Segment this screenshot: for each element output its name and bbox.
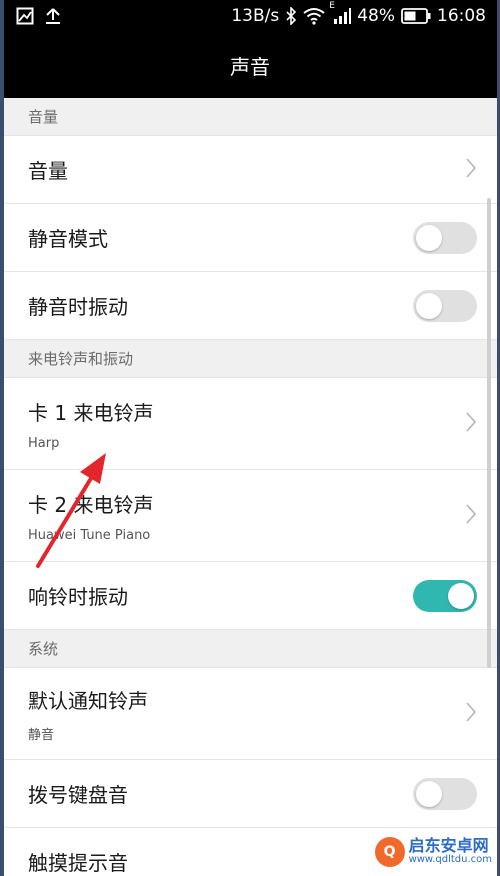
image-notification-icon xyxy=(16,7,34,25)
watermark: Q 启东安卓网 www.qdltdu.com xyxy=(374,832,492,872)
card1-ringtone-row[interactable]: 卡 1 来电铃声 Harp xyxy=(4,378,497,470)
ring-vibrate-label: 响铃时振动 xyxy=(28,585,128,609)
section-header-ringtone: 来电铃声和振动 xyxy=(4,340,497,378)
battery-percent: 48% xyxy=(357,6,395,26)
section-header-label: 来电铃声和振动 xyxy=(28,350,134,368)
ring-vibrate-row[interactable]: 响铃时振动 xyxy=(4,562,497,630)
volume-label: 音量 xyxy=(28,159,68,183)
chevron-right-icon xyxy=(465,157,477,183)
settings-list[interactable]: 音量 音量 静音模式 静音时振动 来电铃声和振动 卡 1 来电铃声 Harp 卡 xyxy=(4,98,497,876)
card2-ringtone-row[interactable]: 卡 2 来电铃声 Huawei Tune Piano xyxy=(4,470,497,562)
notification-sound-value: 静音 xyxy=(28,727,55,743)
dialpad-tone-toggle[interactable] xyxy=(413,777,477,810)
section-header-label: 系统 xyxy=(28,640,59,658)
status-bar: 13B/s E 48% 16:08 xyxy=(0,0,500,32)
card2-ringtone-value: Huawei Tune Piano xyxy=(28,527,151,543)
card2-ringtone-label: 卡 2 来电铃声 xyxy=(28,492,154,517)
notification-sound-label: 默认通知铃声 xyxy=(28,688,148,713)
silent-mode-toggle[interactable] xyxy=(413,221,477,254)
upload-icon xyxy=(44,7,62,25)
card1-ringtone-label: 卡 1 来电铃声 xyxy=(28,400,154,425)
dialpad-tone-row[interactable]: 拨号键盘音 xyxy=(4,760,497,828)
silent-vibrate-label: 静音时振动 xyxy=(28,295,128,319)
silent-mode-row[interactable]: 静音模式 xyxy=(4,204,497,272)
toggle-knob xyxy=(416,780,442,807)
silent-mode-label: 静音模式 xyxy=(28,227,108,251)
cellular-signal-icon: E xyxy=(329,1,352,25)
network-type-label: E xyxy=(329,1,335,11)
chevron-right-icon xyxy=(465,701,477,727)
notification-sound-row[interactable]: 默认通知铃声 静音 xyxy=(4,668,497,760)
battery-icon xyxy=(401,8,431,24)
clock: 16:08 xyxy=(437,6,486,26)
touch-tone-label: 触摸提示音 xyxy=(28,851,128,875)
silent-vibrate-row[interactable]: 静音时振动 xyxy=(4,272,497,340)
watermark-name: 启东安卓网 xyxy=(408,836,489,856)
toggle-knob xyxy=(448,582,474,609)
volume-row[interactable]: 音量 xyxy=(4,136,497,204)
section-header-label: 音量 xyxy=(28,108,59,126)
scrollbar[interactable] xyxy=(487,198,491,668)
page-title: 声音 xyxy=(230,54,270,79)
card1-ringtone-value: Harp xyxy=(28,435,60,451)
bluetooth-icon xyxy=(285,7,297,25)
watermark-url: www.qdltdu.com xyxy=(408,854,492,866)
ring-vibrate-toggle[interactable] xyxy=(413,579,477,612)
dialpad-tone-label: 拨号键盘音 xyxy=(28,783,128,807)
section-header-system: 系统 xyxy=(4,630,497,668)
toggle-knob xyxy=(416,292,442,319)
title-bar: 声音 xyxy=(0,32,500,98)
watermark-logo-icon: Q xyxy=(374,837,405,867)
section-header-volume: 音量 xyxy=(4,98,497,136)
toggle-knob xyxy=(416,224,442,251)
wifi-icon xyxy=(303,7,325,25)
chevron-right-icon xyxy=(465,411,477,437)
frame-left-border xyxy=(0,0,4,876)
chevron-right-icon xyxy=(465,503,477,529)
silent-vibrate-toggle[interactable] xyxy=(413,289,477,322)
network-speed: 13B/s xyxy=(231,6,280,26)
